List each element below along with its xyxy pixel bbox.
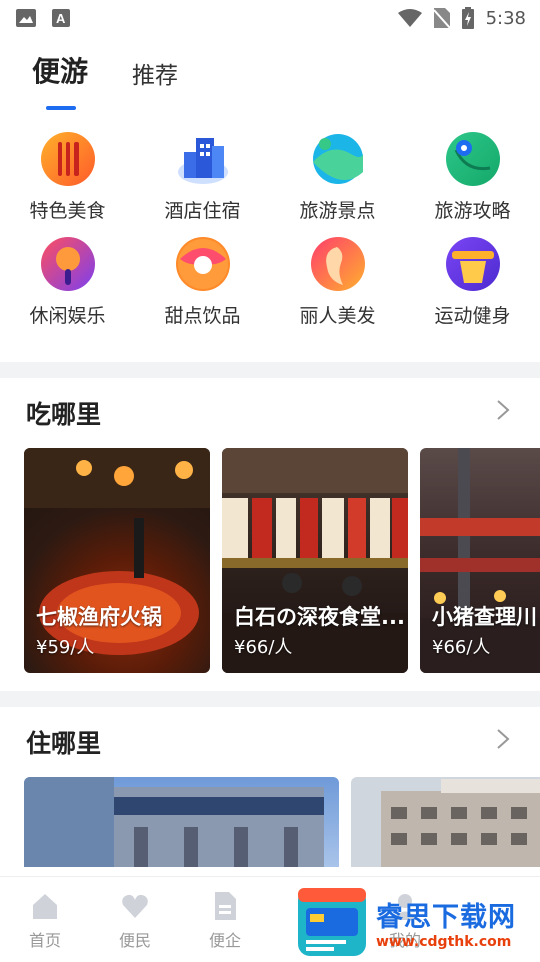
category-food[interactable]: 特色美食 [0, 132, 135, 223]
nav-bianmin[interactable]: 便民 [90, 877, 180, 960]
card-name: 七椒渔府火锅 [36, 605, 162, 629]
tab-bianyou[interactable]: 便游 [32, 50, 88, 112]
nav-bianqi[interactable]: 便企 [180, 877, 270, 960]
category-beauty[interactable]: 丽人美发 [270, 237, 405, 328]
svg-text:A: A [56, 11, 66, 26]
beauty-icon [310, 237, 365, 291]
card-price: ¥59/人 [36, 637, 95, 658]
category-guide[interactable]: 旅游攻略 [405, 132, 540, 223]
watermark-logo-icon [296, 886, 368, 958]
chevron-right-icon[interactable] [496, 398, 510, 428]
home-icon [33, 894, 57, 919]
nav-home[interactable]: 首页 [0, 877, 90, 960]
card-price: ¥66/人 [234, 637, 293, 658]
category-label: 甜点饮品 [164, 305, 241, 327]
status-bar: A 5:38 [0, 0, 540, 36]
hotel-photo [381, 779, 540, 867]
category-hotel[interactable]: 酒店住宿 [135, 132, 270, 223]
category-dessert[interactable]: 甜点饮品 [135, 237, 270, 328]
card-price: ¥66/人 [432, 637, 491, 658]
food-icon [40, 132, 95, 186]
watermark-url: www.cdgthk.com [376, 933, 512, 950]
image-notification-icon [16, 9, 36, 27]
category-label: 丽人美发 [299, 305, 376, 327]
fitness-icon [445, 237, 500, 291]
hotel-photo [24, 777, 324, 867]
wifi-icon [397, 9, 422, 27]
watermark-title: 睿思下载网 [376, 901, 516, 933]
nav-label: 便企 [208, 931, 241, 950]
category-label: 旅游攻略 [434, 200, 511, 222]
nav-label: 便民 [118, 931, 151, 950]
nav-label: 首页 [28, 931, 61, 950]
no-sim-icon [433, 8, 450, 28]
stay-card-list [0, 777, 540, 867]
category-grid: 特色美食 酒店住宿 旅游景点 旅游攻略 休闲娱乐 甜点饮品 丽人美发 运动健身 [0, 112, 540, 328]
top-tabs: 便游 推荐 [0, 36, 540, 112]
hotel-card[interactable] [351, 777, 540, 867]
category-scenic[interactable]: 旅游景点 [270, 132, 405, 223]
card-name: 小猪查理川 [432, 605, 537, 629]
hotel-card[interactable] [24, 777, 339, 867]
category-fitness[interactable]: 运动健身 [405, 237, 540, 328]
category-label: 特色美食 [29, 200, 106, 222]
category-label: 酒店住宿 [164, 200, 241, 222]
guide-icon [445, 132, 500, 186]
restaurant-card[interactable]: 七椒渔府火锅 ¥59/人 [24, 448, 210, 673]
eat-card-list: 七椒渔府火锅 ¥59/人 白石の深夜食堂... ¥66/人 小猪查理川 ¥66/… [0, 448, 540, 673]
card-name: 白石の深夜食堂... [234, 605, 405, 629]
category-label: 休闲娱乐 [29, 305, 106, 327]
scenic-icon [311, 132, 365, 186]
tab-recommend[interactable]: 推荐 [132, 56, 178, 112]
restaurant-card[interactable]: 小猪查理川 ¥66/人 [420, 448, 540, 673]
hotel-icon [176, 132, 230, 186]
document-icon [215, 892, 236, 920]
section-divider [0, 691, 540, 707]
category-label: 旅游景点 [299, 200, 376, 222]
heart-icon [122, 894, 148, 918]
leisure-icon [40, 237, 95, 291]
battery-icon [461, 7, 474, 29]
font-notification-icon: A [52, 9, 70, 27]
stay-section-title: 住哪里 [26, 729, 102, 758]
section-divider [0, 362, 540, 378]
watermark: 睿思下载网 www.cdgthk.com [296, 884, 540, 960]
eat-section-title: 吃哪里 [26, 400, 102, 429]
category-leisure[interactable]: 休闲娱乐 [0, 237, 135, 328]
dessert-icon [175, 237, 230, 291]
restaurant-card[interactable]: 白石の深夜食堂... ¥66/人 [222, 448, 408, 673]
stay-section-header: 住哪里 [0, 707, 540, 777]
chevron-right-icon[interactable] [496, 727, 510, 757]
eat-section-header: 吃哪里 [0, 378, 540, 448]
status-time: 5:38 [485, 7, 526, 29]
category-label: 运动健身 [434, 305, 511, 327]
